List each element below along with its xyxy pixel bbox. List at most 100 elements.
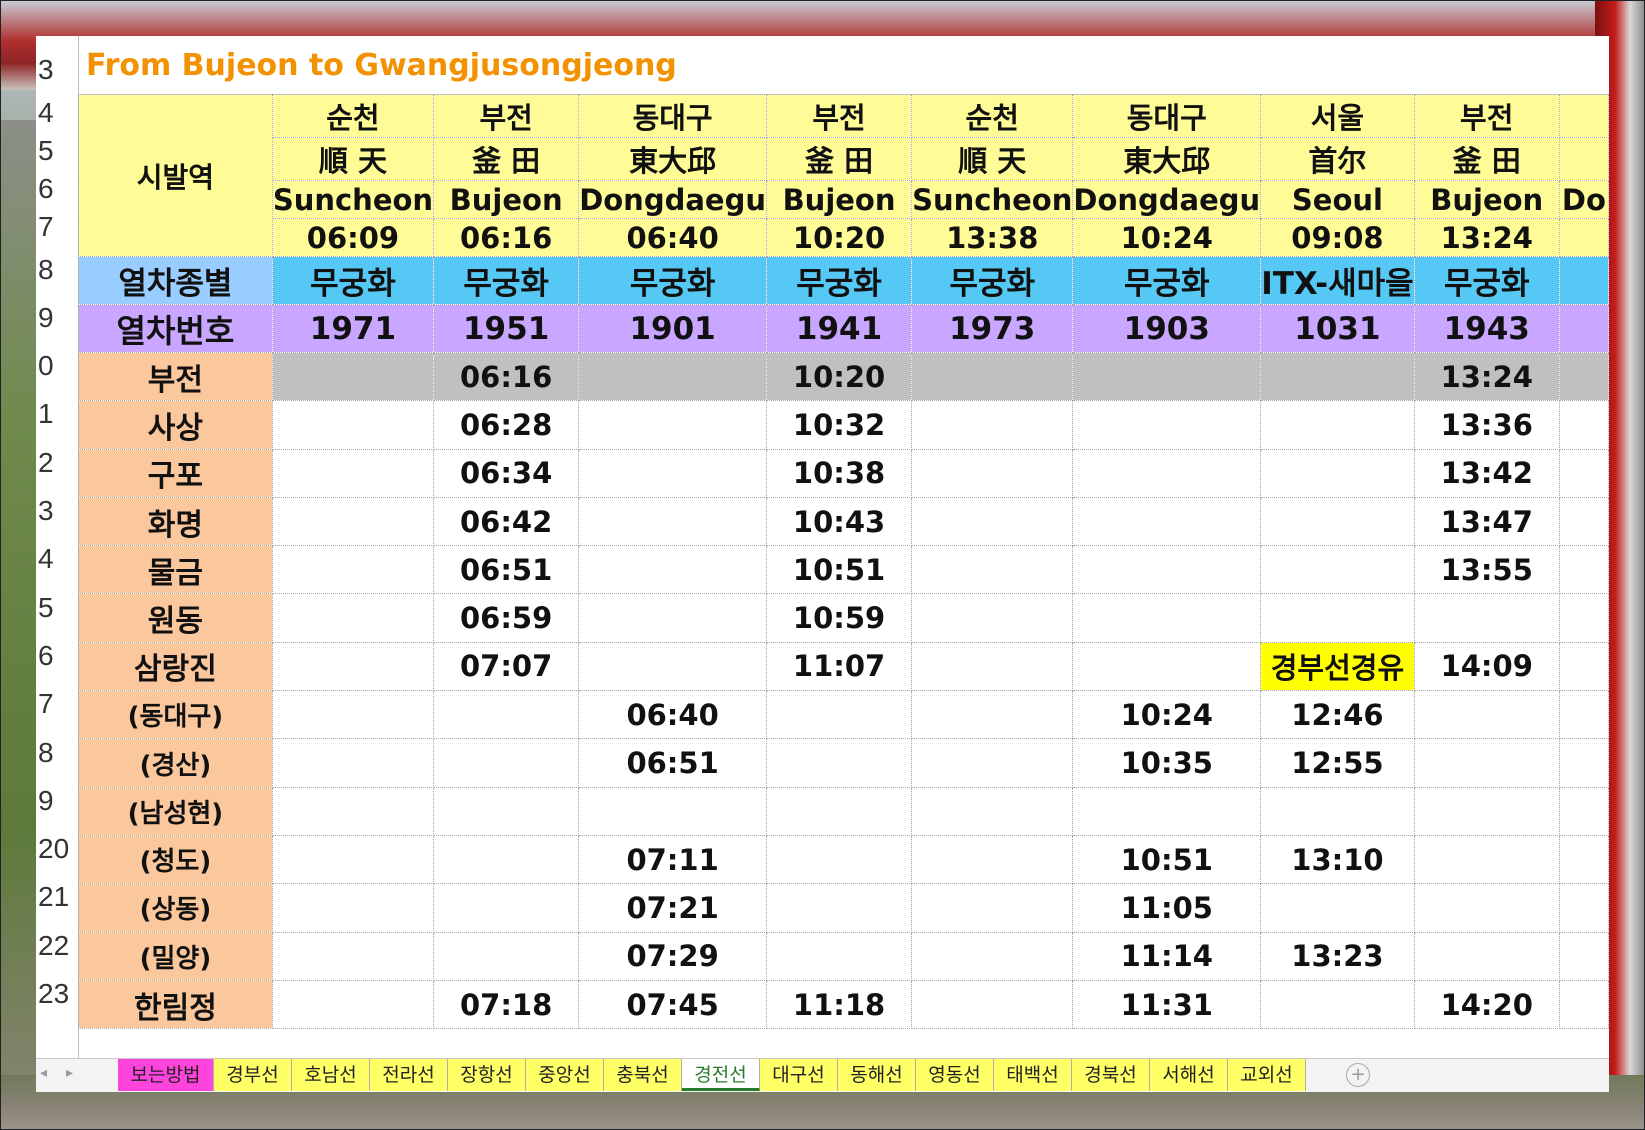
train-type-cell[interactable] <box>1558 256 1609 305</box>
origin-hanja-cell[interactable]: 首尔 <box>1260 137 1415 181</box>
time-cell[interactable] <box>1072 786 1262 836</box>
station-name-cell[interactable]: 삼랑진 <box>78 641 273 692</box>
train-number-cell[interactable] <box>1558 304 1609 353</box>
sheet-tab[interactable]: 보는방법 <box>118 1059 214 1091</box>
time-cell[interactable]: 10:38 <box>765 448 913 498</box>
time-cell[interactable] <box>1558 738 1609 788</box>
time-cell[interactable] <box>911 545 1074 595</box>
time-cell[interactable] <box>1260 593 1415 643</box>
origin-kr-cell[interactable]: 동대구 <box>578 94 767 138</box>
time-cell[interactable]: 13:42 <box>1413 448 1560 498</box>
train-number-label[interactable]: 열차번호 <box>78 304 273 353</box>
time-cell[interactable]: 14:09 <box>1413 641 1560 692</box>
row-number[interactable]: 3 <box>36 54 78 86</box>
time-cell[interactable] <box>433 786 580 836</box>
time-cell[interactable] <box>911 400 1074 450</box>
time-cell[interactable]: 14:20 <box>1413 979 1560 1030</box>
time-cell[interactable] <box>271 545 435 595</box>
station-name-cell[interactable]: 한림정 <box>78 979 273 1030</box>
origin-en-cell[interactable]: Dongdaegu <box>578 180 767 219</box>
time-cell[interactable]: 11:18 <box>765 979 913 1030</box>
time-cell[interactable] <box>1260 448 1415 498</box>
station-name-cell[interactable]: 물금 <box>78 545 273 595</box>
time-cell[interactable] <box>911 496 1074 547</box>
train-number-cell[interactable]: 1031 <box>1260 304 1415 353</box>
station-name-cell[interactable]: 화명 <box>78 496 273 547</box>
time-cell[interactable] <box>1413 834 1560 885</box>
row-number[interactable]: 5 <box>36 135 78 167</box>
time-cell[interactable]: 07:07 <box>433 641 580 692</box>
train-number-cell[interactable]: 1971 <box>271 304 435 353</box>
time-cell[interactable] <box>911 641 1074 692</box>
row-number[interactable]: 3 <box>36 495 78 527</box>
origin-dep-cell[interactable]: 09:08 <box>1260 218 1415 257</box>
time-cell[interactable] <box>271 400 435 450</box>
time-cell[interactable] <box>1072 400 1262 450</box>
train-type-cell[interactable]: ITX-새마을 <box>1260 256 1415 305</box>
row-number[interactable]: 4 <box>36 97 78 129</box>
time-cell[interactable]: 06:59 <box>433 593 580 643</box>
time-cell[interactable]: 10:51 <box>1072 834 1262 885</box>
time-cell[interactable] <box>1260 351 1415 402</box>
origin-kr-cell[interactable]: 부전 <box>765 94 913 138</box>
time-cell[interactable] <box>1260 786 1415 836</box>
origin-label[interactable]: 시발역 <box>78 94 273 257</box>
station-name-cell[interactable]: (청도) <box>78 834 273 885</box>
origin-hanja-cell[interactable]: 東大邱 <box>578 137 767 181</box>
time-cell[interactable]: 07:29 <box>578 931 767 981</box>
row-number[interactable]: 6 <box>36 173 78 205</box>
row-number[interactable]: 7 <box>36 688 78 720</box>
time-cell[interactable] <box>911 883 1074 933</box>
sheet-tab[interactable]: 교외선 <box>1228 1059 1306 1091</box>
sheet-tab[interactable]: 중앙선 <box>526 1059 604 1091</box>
origin-en-cell[interactable]: Do <box>1558 180 1609 219</box>
time-cell[interactable]: 10:20 <box>765 351 913 402</box>
time-cell[interactable]: 11:05 <box>1072 883 1262 933</box>
time-cell[interactable] <box>1558 690 1609 740</box>
time-cell[interactable] <box>911 351 1074 402</box>
row-number[interactable]: 21 <box>36 881 78 913</box>
time-cell[interactable] <box>1260 400 1415 450</box>
time-cell[interactable]: 12:55 <box>1260 738 1415 788</box>
time-cell[interactable] <box>578 545 767 595</box>
time-cell[interactable]: 11:31 <box>1072 979 1262 1030</box>
station-name-cell[interactable]: (상동) <box>78 883 273 933</box>
time-cell[interactable] <box>1072 545 1262 595</box>
time-cell[interactable] <box>578 641 767 692</box>
time-cell[interactable] <box>765 738 913 788</box>
row-number[interactable]: 2 <box>36 447 78 479</box>
row-number[interactable]: 1 <box>36 398 78 430</box>
origin-kr-cell[interactable]: 순천 <box>911 94 1074 138</box>
time-cell[interactable] <box>1413 786 1560 836</box>
row-number[interactable]: 8 <box>36 737 78 769</box>
origin-dep-cell[interactable]: 10:20 <box>765 218 913 257</box>
station-name-cell[interactable]: 구포 <box>78 448 273 498</box>
time-cell[interactable] <box>1558 351 1609 402</box>
time-cell[interactable] <box>765 931 913 981</box>
time-cell[interactable] <box>1558 931 1609 981</box>
time-cell[interactable]: 10:32 <box>765 400 913 450</box>
tab-scroll-left-icon[interactable]: ◂ <box>40 1065 47 1081</box>
time-cell[interactable] <box>1072 496 1262 547</box>
time-cell[interactable] <box>271 641 435 692</box>
origin-en-cell[interactable]: Seoul <box>1260 180 1415 219</box>
time-cell[interactable] <box>578 496 767 547</box>
time-cell[interactable]: 12:46 <box>1260 690 1415 740</box>
origin-kr-cell[interactable]: 동대구 <box>1072 94 1262 138</box>
time-cell[interactable]: 06:42 <box>433 496 580 547</box>
time-cell[interactable] <box>578 786 767 836</box>
origin-hanja-cell[interactable]: 東大邱 <box>1072 137 1262 181</box>
train-type-cell[interactable]: 무궁화 <box>765 256 913 305</box>
origin-hanja-cell[interactable]: 釜 田 <box>765 137 913 181</box>
train-type-cell[interactable]: 무궁화 <box>578 256 767 305</box>
time-cell[interactable]: 06:28 <box>433 400 580 450</box>
time-cell[interactable] <box>1260 496 1415 547</box>
sheet-tab[interactable]: 대구선 <box>760 1059 838 1091</box>
time-cell[interactable] <box>1558 448 1609 498</box>
time-cell[interactable] <box>765 834 913 885</box>
row-number[interactable]: 5 <box>36 592 78 624</box>
train-type-cell[interactable]: 무궁화 <box>1413 256 1560 305</box>
time-cell[interactable] <box>765 883 913 933</box>
origin-dep-cell[interactable]: 10:24 <box>1072 218 1262 257</box>
sheet-tab[interactable]: 태백선 <box>994 1059 1072 1091</box>
